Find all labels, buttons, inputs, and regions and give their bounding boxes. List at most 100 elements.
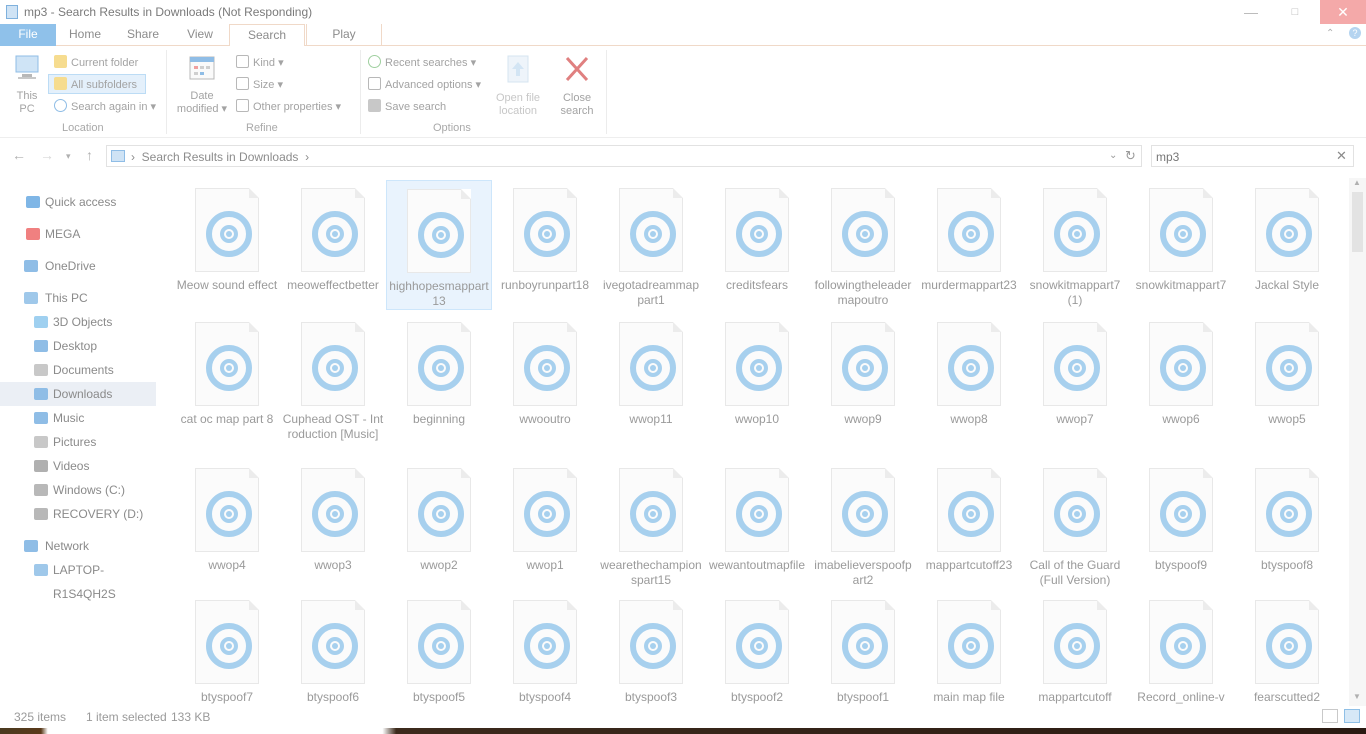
file-item[interactable]: mappartcutoff23 (916, 460, 1022, 573)
refresh-icon[interactable]: ↻ (1125, 148, 1136, 164)
sidebar-item-downloads[interactable]: Downloads (0, 382, 156, 406)
file-item[interactable]: wwop5 (1234, 314, 1340, 427)
file-item[interactable]: btyspoof9 (1128, 460, 1234, 573)
recent-locations-chevron-icon[interactable]: ▾ (66, 151, 71, 162)
file-item[interactable]: wwop7 (1022, 314, 1128, 427)
large-icons-view-button[interactable] (1344, 709, 1360, 723)
file-item[interactable]: btyspoof4 (492, 592, 598, 704)
file-item[interactable]: wewantoutmapfile (704, 460, 810, 573)
recent-searches-button[interactable]: Recent searches ▾ (368, 55, 476, 69)
scrollbar-thumb[interactable] (1352, 192, 1363, 252)
sidebar-item-windows-c[interactable]: Windows (C:) (0, 478, 156, 502)
scroll-up-icon[interactable]: ▲ (1353, 178, 1361, 187)
tab-home[interactable]: Home (56, 24, 114, 46)
tab-play[interactable]: Play (306, 24, 382, 46)
file-item[interactable]: Record_online-v (1128, 592, 1234, 704)
file-item[interactable]: wwop9 (810, 314, 916, 427)
sidebar-item-this-pc[interactable]: This PC (0, 286, 156, 310)
file-item[interactable]: btyspoof1 (810, 592, 916, 704)
sidebar-item-videos[interactable]: Videos (0, 454, 156, 478)
sidebar-item-quick-access[interactable]: Quick access (0, 190, 156, 214)
title-bar[interactable]: mp3 - Search Results in Downloads (Not R… (0, 0, 1366, 24)
file-list-view[interactable]: Meow sound effect meoweffectbetter highhop… (172, 178, 1348, 704)
file-item[interactable]: btyspoof2 (704, 592, 810, 704)
kind-button[interactable]: Kind ▾ (236, 55, 284, 69)
minimize-button[interactable]: — (1228, 0, 1274, 24)
file-item[interactable]: Call of the Guard (Full Version) (1022, 460, 1128, 588)
file-item[interactable]: wwop10 (704, 314, 810, 427)
all-subfolders-button[interactable]: All subfolders (54, 77, 137, 91)
file-item[interactable]: snowkitmappart7 (1128, 180, 1234, 293)
scroll-down-icon[interactable]: ▼ (1353, 692, 1361, 701)
up-arrow-icon[interactable]: ↑ (86, 147, 93, 163)
advanced-options-button[interactable]: Advanced options ▾ (368, 77, 481, 91)
help-icon[interactable]: ? (1349, 27, 1361, 39)
file-item[interactable]: ivegotadreammappart1 (598, 180, 704, 308)
close-search-button[interactable]: Close search (554, 54, 600, 118)
file-item[interactable]: btyspoof3 (598, 592, 704, 704)
file-item[interactable]: wwop6 (1128, 314, 1234, 427)
save-search-button[interactable]: Save search (368, 99, 446, 113)
file-item[interactable]: wwop8 (916, 314, 1022, 427)
file-item[interactable]: murdermappart23 (916, 180, 1022, 293)
sidebar-item-onedrive[interactable]: OneDrive (0, 254, 156, 278)
file-item[interactable]: runboyrunpart18 (492, 180, 598, 293)
search-input[interactable] (1156, 149, 1331, 164)
file-item[interactable]: wwop11 (598, 314, 704, 427)
close-window-button[interactable]: ✕ (1320, 0, 1366, 24)
file-item[interactable]: meoweffectbetter (280, 180, 386, 293)
sidebar-item-desktop[interactable]: Desktop (0, 334, 156, 358)
sidebar-item-mega[interactable]: MEGA (0, 222, 156, 246)
file-item[interactable]: wwop4 (174, 460, 280, 573)
sidebar-item-music[interactable]: Music (0, 406, 156, 430)
vertical-scrollbar[interactable]: ▲ ▼ (1349, 178, 1366, 706)
search-box[interactable]: ✕ (1151, 145, 1354, 167)
tab-file[interactable]: File (0, 24, 56, 46)
details-view-button[interactable] (1322, 709, 1338, 723)
current-folder-button[interactable]: Current folder (54, 55, 138, 69)
file-item[interactable]: fearscutted2 (1234, 592, 1340, 704)
chevron-up-icon[interactable]: ⌃ (1326, 28, 1334, 39)
file-item[interactable]: wwop3 (280, 460, 386, 573)
tab-share[interactable]: Share (114, 24, 172, 46)
file-item[interactable]: Jackal Style (1234, 180, 1340, 293)
open-file-location-button[interactable]: Open file location (490, 54, 546, 118)
file-item[interactable]: btyspoof5 (386, 592, 492, 704)
forward-arrow-icon[interactable]: → (40, 147, 54, 163)
file-item[interactable]: btyspoof7 (174, 592, 280, 704)
sidebar-item-network[interactable]: Network (0, 534, 156, 558)
file-item[interactable]: main map file (916, 592, 1022, 704)
file-item[interactable]: imabelieverspoofpart2 (810, 460, 916, 588)
file-item[interactable]: beginning (386, 314, 492, 427)
tab-search[interactable]: Search (229, 24, 305, 47)
maximize-button[interactable]: □ (1272, 0, 1318, 24)
address-dropdown-icon[interactable]: ⌄ (1109, 150, 1117, 161)
search-again-button[interactable]: Search again in ▾ (54, 99, 156, 113)
date-modified-button[interactable]: Date modified ▾ (172, 54, 232, 116)
address-bar[interactable]: › Search Results in Downloads › ⌄ ↻ (106, 145, 1142, 167)
file-item[interactable]: btyspoof8 (1234, 460, 1340, 573)
sidebar-item-recovery-d[interactable]: RECOVERY (D:) (0, 502, 156, 526)
file-item[interactable]: creditsfears (704, 180, 810, 293)
this-pc-button[interactable]: This PC (8, 54, 46, 116)
file-item[interactable]: wwop1 (492, 460, 598, 573)
size-button[interactable]: Size ▾ (236, 77, 283, 91)
file-item[interactable]: Cuphead OST - Introduction [Music] (280, 314, 386, 442)
file-item[interactable]: Meow sound effect (174, 180, 280, 293)
sidebar-item-documents[interactable]: Documents (0, 358, 156, 382)
file-item[interactable]: snowkitmappart7 (1) (1022, 180, 1128, 308)
file-item[interactable]: mappartcutoff (1022, 592, 1128, 704)
sidebar-item-3d-objects[interactable]: 3D Objects (0, 310, 156, 334)
file-item[interactable]: wwop2 (386, 460, 492, 573)
file-item[interactable]: wearethechampionspart15 (598, 460, 704, 588)
other-properties-button[interactable]: Other properties ▾ (236, 99, 341, 113)
file-item[interactable]: followingtheleadermapoutro (810, 180, 916, 308)
tab-view[interactable]: View (172, 24, 228, 46)
sidebar-item-laptop-r1s4qh2s[interactable]: LAPTOP-R1S4QH2S (0, 558, 156, 601)
breadcrumb[interactable]: › Search Results in Downloads › (131, 150, 309, 164)
file-item[interactable]: btyspoof6 (280, 592, 386, 704)
clear-search-icon[interactable]: ✕ (1336, 148, 1347, 164)
sidebar-item-pictures[interactable]: Pictures (0, 430, 156, 454)
file-item[interactable]: cat oc map part 8 (174, 314, 280, 427)
file-item[interactable]: wwooutro (492, 314, 598, 427)
